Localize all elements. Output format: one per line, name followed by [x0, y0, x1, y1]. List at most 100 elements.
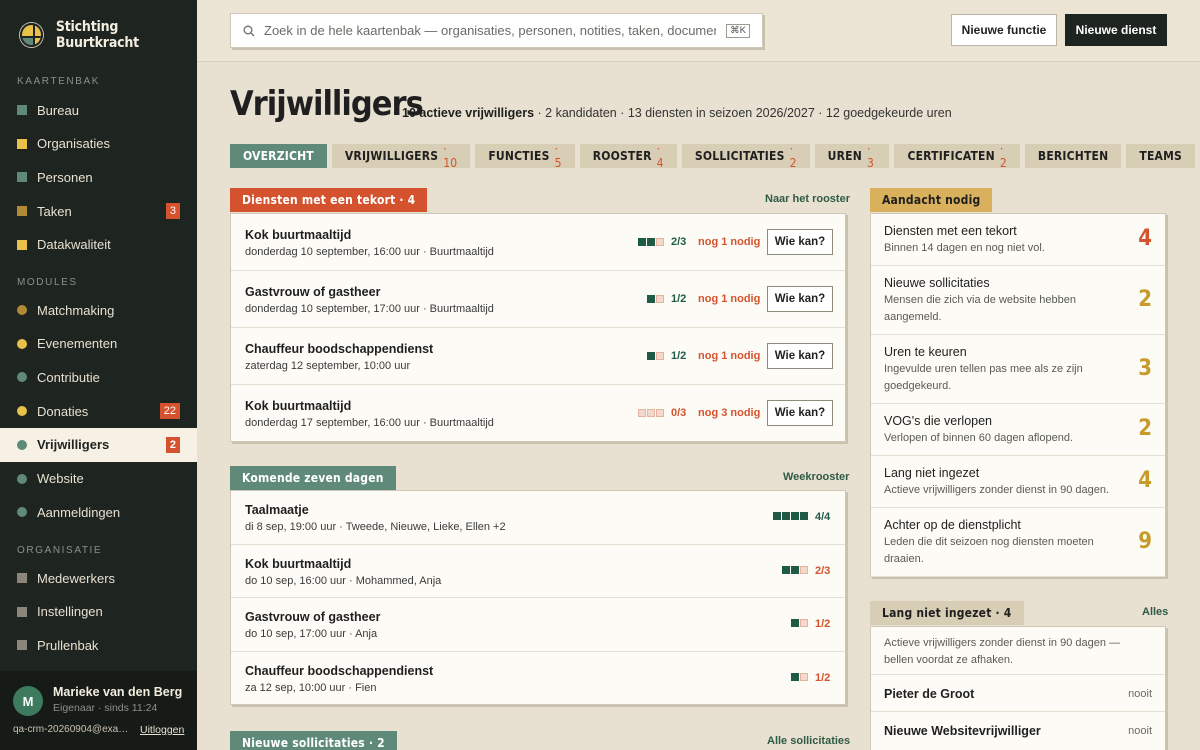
last-shift: nooit [1128, 688, 1152, 700]
logout-link[interactable]: Uitloggen [140, 724, 184, 736]
dot-icon [17, 372, 27, 383]
attention-row[interactable]: Lang niet ingezet Actieve vrijwilligers z… [871, 456, 1165, 508]
attention-description: Ingevulde uren tellen pas mee als ze zij… [884, 363, 1083, 392]
tab-certificaten[interactable]: Certificaten · 2 [894, 142, 1020, 170]
attention-row[interactable]: Nieuwe sollicitaties Mensen die zich via … [871, 266, 1165, 335]
brand[interactable]: Stichting Buurtkracht [20, 19, 197, 51]
sidebar-item-datakwaliteit[interactable]: Datakwaliteit [0, 228, 197, 262]
idle-volunteer-row[interactable]: Pieter de Groot nooit [871, 674, 1165, 711]
upcoming-row[interactable]: Gastvrouw of gastheer do 10 sep, 17:00 uu… [231, 598, 845, 652]
tab-label: Functies [488, 149, 550, 163]
needed-count: nog 1 nodig [698, 293, 761, 305]
shift-details: di 8 sep, 19:00 uur · Tweede, Nieuwe, Li… [245, 521, 506, 533]
sidebar-item-vrijwilligers[interactable]: Vrijwilligers 2 [0, 427, 197, 462]
tab-label: Berichten [1037, 149, 1109, 163]
user-name: Marieke van den Berg [53, 685, 183, 699]
section-label-organisatie: Organisatie [17, 545, 103, 556]
week-roster-link[interactable]: Weekrooster [783, 471, 849, 483]
sidebar-item-contributie[interactable]: Contributie [0, 360, 197, 394]
upcoming-row[interactable]: Chauffeur boodschappendienst za 12 sep, 1… [231, 652, 845, 706]
sidebar-item-instellingen[interactable]: Instellingen [0, 595, 197, 629]
attention-title: Diensten met een tekort [884, 224, 1017, 238]
sidebar-item-matchmaking[interactable]: Matchmaking [0, 293, 197, 327]
brand-logo-icon [20, 23, 43, 47]
fill-ratio: 1/2 [671, 293, 687, 305]
sidebar-item-prullenbak[interactable]: Prullenbak [0, 628, 197, 662]
idle-volunteer-row[interactable]: Nieuwe Websitevrijwilliger nooit [871, 711, 1165, 748]
tab-vrijwilligers[interactable]: Vrijwilligers · 10 [331, 142, 471, 170]
all-applications-link[interactable]: Alle sollicitaties [767, 735, 850, 747]
page-title: Vrijwilligers [230, 84, 424, 124]
who-can-button[interactable]: Wie kan? [767, 400, 833, 426]
shortage-row[interactable]: Kok buurtmaaltijd donderdag 10 september,… [231, 214, 845, 271]
shift-details: za 12 sep, 10:00 uur · Fien [245, 681, 377, 694]
needed-count: nog 1 nodig [698, 236, 761, 248]
capacity-indicator [782, 565, 809, 574]
shortage-card-title: Diensten met een tekort · 4 [230, 188, 428, 212]
shift-details: donderdag 17 september, 16:00 uur · Buur… [245, 417, 494, 429]
filled-slot [647, 295, 655, 303]
tab-uren[interactable]: Uren · 3 [814, 142, 890, 170]
sidebar-item-label: Instellingen [37, 604, 103, 620]
attention-description: Verlopen of binnen 60 dagen aflopend. [884, 432, 1073, 444]
shift-details: do 10 sep, 17:00 uur · Anja [245, 628, 378, 640]
search-shortcut: ⌘K [726, 24, 750, 38]
upcoming-row[interactable]: Kok buurtmaaltijd do 10 sep, 16:00 uur · … [231, 545, 845, 598]
page-summary: 10 actieve vrijwilligers · 2 kandidaten … [402, 106, 952, 120]
sidebar-item-donaties[interactable]: Donaties 22 [0, 394, 197, 428]
tab-label: Overzicht [243, 149, 314, 163]
upcoming-row[interactable]: Taalmaatje di 8 sep, 19:00 uur · Tweede, … [231, 491, 845, 545]
avatar[interactable]: M [13, 686, 43, 716]
tab-rooster[interactable]: Rooster · 4 [579, 142, 677, 170]
shortage-row[interactable]: Gastvrouw of gastheer donderdag 10 septem… [231, 271, 845, 328]
search-input[interactable]: Zoek in de hele kaartenbak — organisatie… [230, 13, 763, 48]
attention-row[interactable]: Uren te keuren Ingevulde uren tellen pas … [871, 335, 1165, 404]
who-can-button[interactable]: Wie kan? [767, 343, 833, 369]
open-slot [656, 409, 664, 417]
tab-berichten[interactable]: Berichten [1024, 144, 1122, 168]
filled-slot [791, 512, 799, 520]
sidebar-item-taken[interactable]: Taken 3 [0, 194, 197, 228]
sidebar-item-medewerkers[interactable]: Medewerkers [0, 561, 197, 595]
shortage-row[interactable]: Kok buurtmaaltijd donderdag 17 september,… [231, 385, 845, 442]
tab-functies[interactable]: Functies · 5 [475, 142, 575, 170]
sidebar-item-aanmeldingen[interactable]: Aanmeldingen [0, 495, 197, 529]
attention-row[interactable]: Achter op de dienstplicht Leden die dit s… [871, 508, 1165, 577]
sidebar-item-label: Matchmaking [37, 302, 115, 318]
square-icon [17, 573, 27, 583]
shift-title: Kok buurtmaaltijd [245, 228, 352, 242]
shortage-card: Kok buurtmaaltijd donderdag 10 september,… [230, 213, 846, 442]
sidebar-item-personen[interactable]: Personen [0, 160, 197, 194]
sidebar-item-organisaties[interactable]: Organisaties [0, 127, 197, 161]
sidebar-item-bureau[interactable]: Bureau [0, 93, 197, 127]
tab-count-value: 2 [999, 156, 1007, 170]
attention-card: Diensten met een tekort Binnen 14 dagen e… [870, 213, 1166, 577]
tab-overzicht[interactable]: Overzicht [230, 144, 327, 168]
tab-sollicitaties[interactable]: Sollicitaties · 2 [681, 142, 810, 170]
sidebar-item-evenementen[interactable]: Evenementen [0, 327, 197, 361]
filled-slot [791, 565, 799, 574]
who-can-button[interactable]: Wie kan? [767, 286, 833, 312]
tab-teams[interactable]: Teams [1126, 144, 1195, 168]
filled-slot [773, 512, 781, 520]
attention-title: VOG's die verlopen [884, 414, 992, 428]
attention-row[interactable]: Diensten met een tekort Binnen 14 dagen e… [871, 214, 1165, 266]
square-icon [17, 105, 27, 115]
shortage-row[interactable]: Chauffeur boodschappendienst zaterdag 12 … [231, 328, 845, 385]
shift-title: Kok buurtmaaltijd [245, 399, 352, 413]
new-shift-button[interactable]: Nieuwe dienst [1065, 14, 1167, 46]
filled-slot [782, 565, 790, 574]
tab-count: · 2 [999, 142, 1007, 170]
idle-intro-row: Actieve vrijwilligers zonder dienst in 9… [871, 627, 1165, 674]
open-slot [800, 672, 808, 681]
roster-link[interactable]: Naar het rooster [765, 193, 850, 205]
who-can-button[interactable]: Wie kan? [767, 229, 833, 255]
attention-row[interactable]: VOG's die verlopen Verlopen of binnen 60 … [871, 404, 1165, 456]
idle-all-link[interactable]: Alles [1142, 606, 1168, 618]
brand-name: Stichting Buurtkracht [55, 19, 139, 51]
search-placeholder[interactable]: Zoek in de hele kaartenbak — organisatie… [264, 23, 716, 38]
upcoming-card: Taalmaatje di 8 sep, 19:00 uur · Tweede, … [230, 490, 846, 705]
new-function-button[interactable]: Nieuwe functie [951, 14, 1057, 46]
fill-ratio: 4/4 [815, 511, 831, 523]
sidebar-item-website[interactable]: Website [0, 462, 197, 496]
